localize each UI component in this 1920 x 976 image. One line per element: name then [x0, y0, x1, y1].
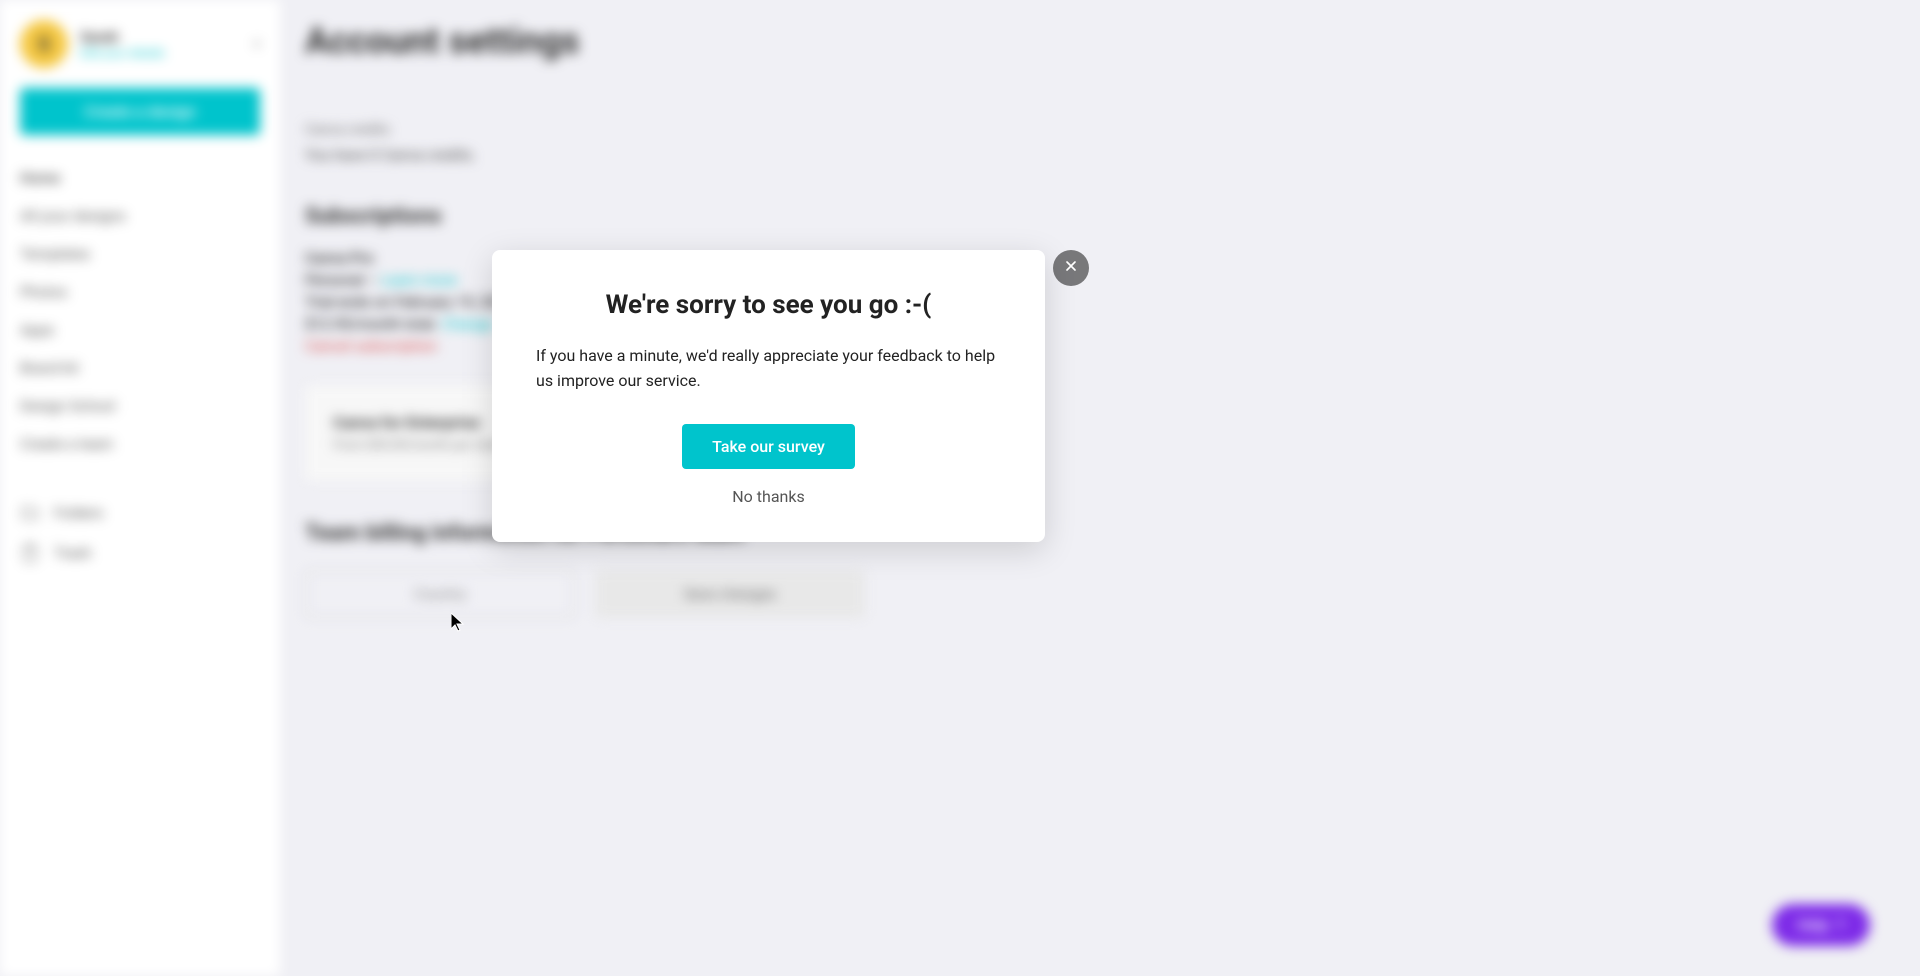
- no-thanks-button[interactable]: No thanks: [536, 487, 1001, 506]
- survey-modal: We're sorry to see you go :-( If you hav…: [492, 250, 1045, 542]
- modal-body: If you have a minute, we'd really apprec…: [536, 344, 1001, 394]
- close-icon: [1063, 258, 1079, 278]
- close-modal-button[interactable]: [1053, 250, 1089, 286]
- take-survey-button[interactable]: Take our survey: [682, 424, 855, 469]
- modal-title: We're sorry to see you go :-(: [536, 290, 1001, 320]
